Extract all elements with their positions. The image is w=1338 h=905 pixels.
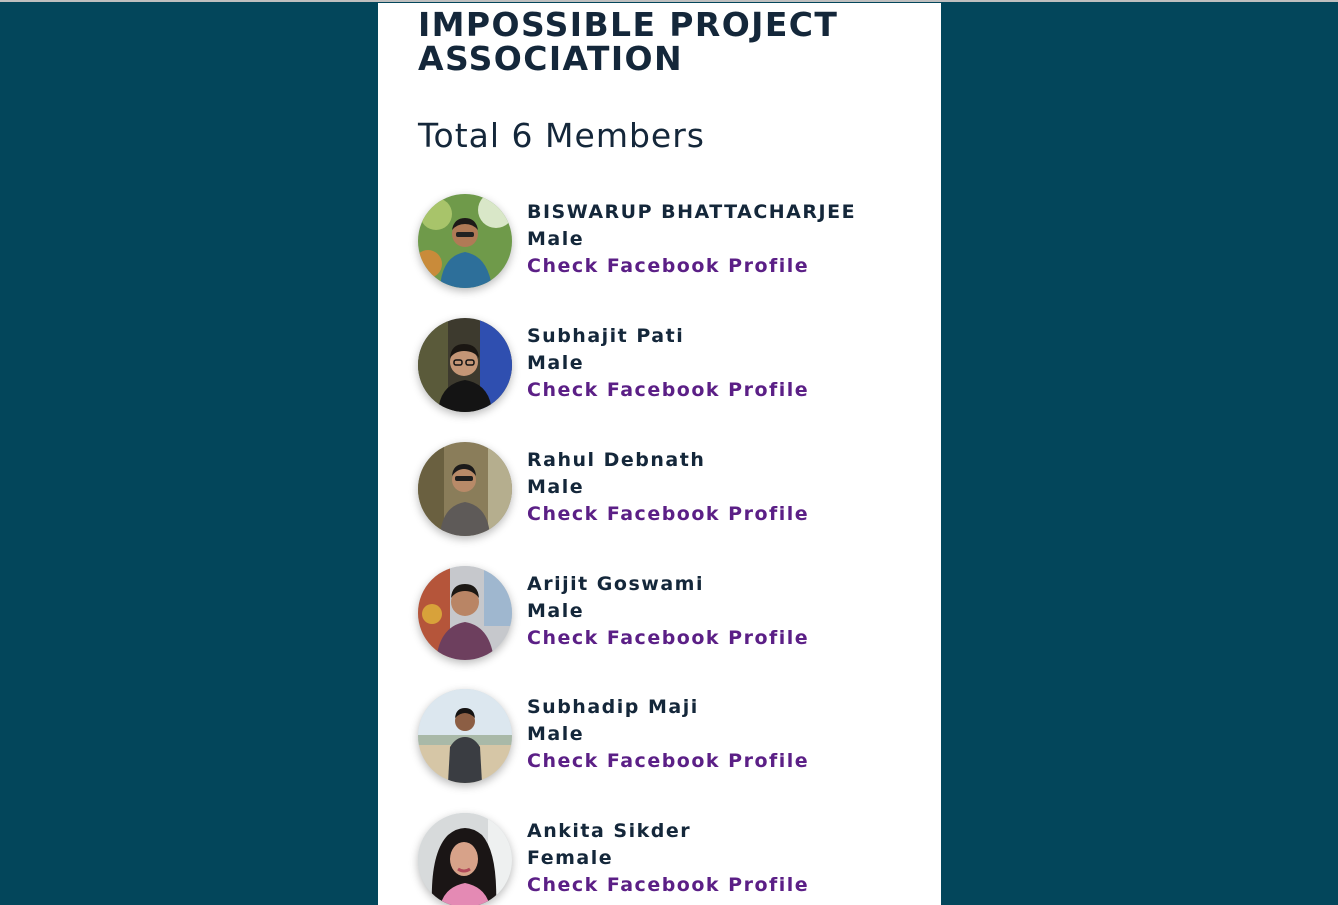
member-card: Subhajit Pati Male Check Facebook Profil… bbox=[418, 318, 918, 414]
member-name: Ankita Sikder bbox=[527, 820, 692, 842]
member-avatar bbox=[418, 194, 512, 288]
member-gender: Male bbox=[527, 476, 585, 498]
member-card: Ankita Sikder Female Check Facebook Prof… bbox=[418, 813, 918, 905]
member-gender: Male bbox=[527, 352, 585, 374]
member-gender: Female bbox=[527, 847, 614, 869]
member-name: BISWARUP BHATTACHARJEE bbox=[527, 201, 857, 223]
member-gender: Male bbox=[527, 228, 585, 250]
member-name: Rahul Debnath bbox=[527, 449, 706, 471]
facebook-profile-link[interactable]: Check Facebook Profile bbox=[527, 501, 809, 528]
member-gender: Male bbox=[527, 600, 585, 622]
facebook-profile-link[interactable]: Check Facebook Profile bbox=[527, 377, 809, 404]
member-name: Arijit Goswami bbox=[527, 573, 704, 595]
member-avatar bbox=[418, 566, 512, 660]
facebook-profile-link[interactable]: Check Facebook Profile bbox=[527, 253, 856, 280]
member-avatar bbox=[418, 442, 512, 536]
member-avatar bbox=[418, 813, 512, 905]
member-card: Rahul Debnath Male Check Facebook Profil… bbox=[418, 442, 918, 538]
member-card: Arijit Goswami Male Check Facebook Profi… bbox=[418, 566, 918, 662]
member-name: Subhadip Maji bbox=[527, 696, 699, 718]
content-panel: IMPOSSIBLE PROJECT ASSOCIATION Total 6 M… bbox=[378, 3, 941, 905]
member-gender: Male bbox=[527, 723, 585, 745]
member-card: Subhadip Maji Male Check Facebook Profil… bbox=[418, 689, 918, 785]
member-avatar bbox=[418, 318, 512, 412]
facebook-profile-link[interactable]: Check Facebook Profile bbox=[527, 625, 809, 652]
browser-top-border bbox=[0, 0, 1338, 2]
facebook-profile-link[interactable]: Check Facebook Profile bbox=[527, 748, 809, 775]
member-count: Total 6 Members bbox=[418, 116, 705, 155]
member-card: BISWARUP BHATTACHARJEE Male Check Facebo… bbox=[418, 194, 918, 290]
member-avatar bbox=[418, 689, 512, 783]
page-title: IMPOSSIBLE PROJECT ASSOCIATION bbox=[418, 5, 839, 78]
member-name: Subhajit Pati bbox=[527, 325, 685, 347]
facebook-profile-link[interactable]: Check Facebook Profile bbox=[527, 872, 809, 899]
